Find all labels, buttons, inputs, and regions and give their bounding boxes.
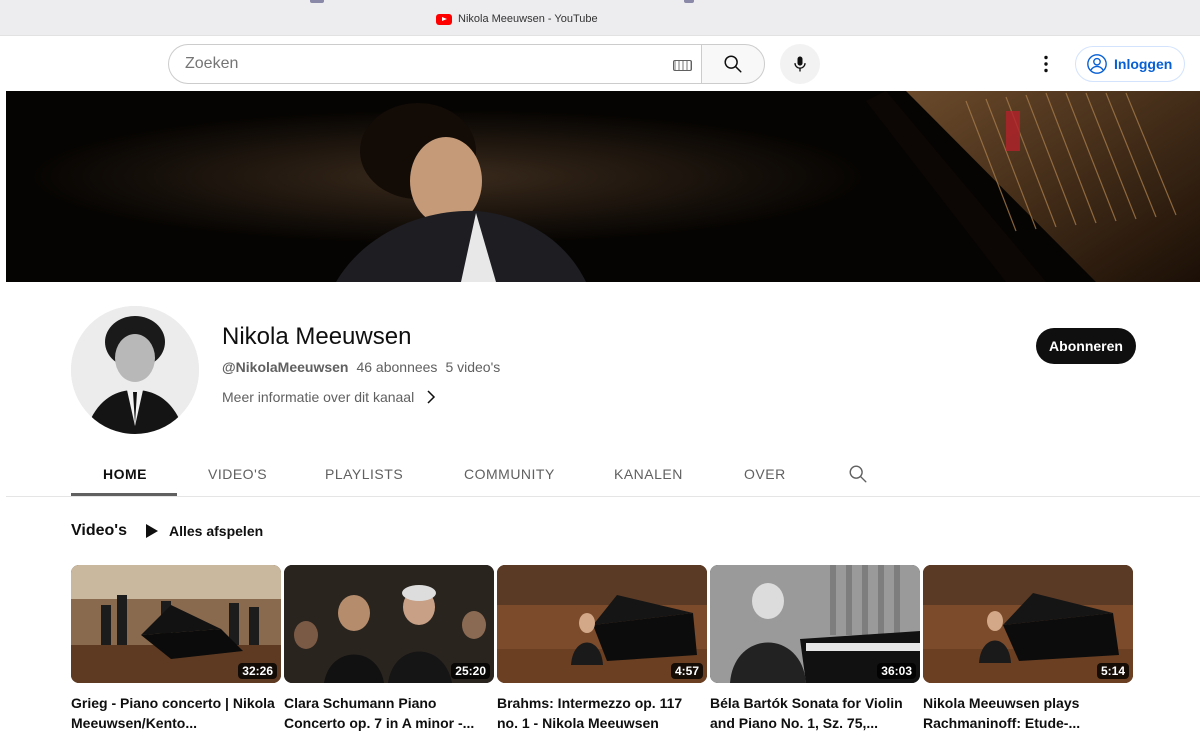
search-input[interactable] bbox=[169, 55, 649, 73]
browser-tab-strip: Nikola Meeuwsen - YouTube bbox=[0, 0, 1200, 36]
video-thumbnail[interactable]: 5:14 bbox=[923, 565, 1133, 683]
chevron-right-icon bbox=[427, 390, 436, 404]
tab-home[interactable]: HOME bbox=[103, 466, 147, 482]
video-duration: 36:03 bbox=[877, 663, 916, 679]
tab-playlists[interactable]: PLAYLISTS bbox=[325, 466, 403, 482]
channel-search-icon[interactable] bbox=[847, 463, 869, 485]
tab-videos[interactable]: VIDEO'S bbox=[208, 466, 267, 482]
video-title[interactable]: Brahms: Intermezzo op. 117 no. 1 - Nikol… bbox=[497, 693, 707, 733]
search-button[interactable] bbox=[701, 44, 765, 84]
active-tab-indicator bbox=[71, 493, 177, 496]
settings-menu-button[interactable] bbox=[1034, 52, 1058, 76]
video-count: 5 video's bbox=[445, 359, 501, 375]
search-box bbox=[168, 44, 702, 84]
video-duration: 32:26 bbox=[238, 663, 277, 679]
voice-search-button[interactable] bbox=[780, 44, 820, 84]
channel-avatar bbox=[71, 306, 199, 434]
video-card[interactable]: 5:14 Nikola Meeuwsen plays Rachmaninoff:… bbox=[923, 565, 1133, 733]
video-duration: 25:20 bbox=[451, 663, 490, 679]
video-card[interactable]: 36:03 Béla Bartók Sonata for Violin and … bbox=[710, 565, 920, 733]
video-card[interactable]: 25:20 Clara Schumann Piano Concerto op. … bbox=[284, 565, 494, 733]
channel-handle: @NikolaMeeuwsen bbox=[222, 359, 349, 375]
channel-about-label: Meer informatie over dit kanaal bbox=[222, 389, 415, 405]
masthead: Inloggen bbox=[0, 36, 1200, 90]
play-all-button[interactable]: Alles afspelen bbox=[145, 523, 263, 539]
video-title[interactable]: Nikola Meeuwsen plays Rachmaninoff: Etud… bbox=[923, 693, 1133, 733]
video-title[interactable]: Clara Schumann Piano Concerto op. 7 in A… bbox=[284, 693, 494, 733]
video-thumbnail[interactable]: 4:57 bbox=[497, 565, 707, 683]
channel-banner bbox=[6, 91, 1200, 282]
video-thumbnail[interactable]: 36:03 bbox=[710, 565, 920, 683]
browser-tab-title: Nikola Meeuwsen - YouTube bbox=[458, 13, 598, 25]
play-all-label: Alles afspelen bbox=[169, 523, 264, 539]
channel-name: Nikola Meeuwsen bbox=[222, 323, 412, 350]
keyboard-icon[interactable] bbox=[673, 60, 692, 71]
section-title: Video's bbox=[71, 522, 127, 539]
microphone-icon bbox=[794, 56, 806, 72]
youtube-favicon-icon bbox=[436, 13, 452, 25]
account-circle-icon bbox=[1087, 54, 1107, 74]
channel-about-link[interactable]: Meer informatie over dit kanaal bbox=[222, 389, 436, 405]
play-icon bbox=[146, 524, 158, 538]
tab-channels[interactable]: KANALEN bbox=[614, 466, 683, 482]
video-title[interactable]: Grieg - Piano concerto | Nikola Meeuwsen… bbox=[71, 693, 281, 733]
tab-indicator bbox=[310, 0, 324, 3]
video-title[interactable]: Béla Bartók Sonata for Violin and Piano … bbox=[710, 693, 920, 733]
tab-about[interactable]: OVER bbox=[744, 466, 786, 482]
video-duration: 4:57 bbox=[670, 663, 703, 679]
browser-tab[interactable]: Nikola Meeuwsen - YouTube bbox=[436, 13, 598, 25]
tab-indicator bbox=[684, 0, 694, 3]
signin-button[interactable]: Inloggen bbox=[1075, 46, 1185, 82]
video-thumbnail[interactable]: 32:26 bbox=[71, 565, 281, 683]
tab-community[interactable]: COMMUNITY bbox=[464, 466, 555, 482]
video-card[interactable]: 4:57 Brahms: Intermezzo op. 117 no. 1 - … bbox=[497, 565, 707, 733]
more-vertical-icon bbox=[1044, 55, 1048, 73]
channel-meta: @NikolaMeeuwsen 46 abonnees 5 video's bbox=[222, 359, 508, 375]
signin-label: Inloggen bbox=[1114, 56, 1173, 72]
search-icon bbox=[724, 55, 742, 73]
video-thumbnail[interactable]: 25:20 bbox=[284, 565, 494, 683]
video-duration: 5:14 bbox=[1096, 663, 1129, 679]
subscriber-count: 46 abonnees bbox=[356, 359, 438, 375]
subscribe-button[interactable]: Abonneren bbox=[1036, 328, 1136, 364]
video-card[interactable]: 32:26 Grieg - Piano concerto | Nikola Me… bbox=[71, 565, 281, 733]
channel-tabs: HOME VIDEO'S PLAYLISTS COMMUNITY KANALEN… bbox=[6, 450, 1200, 497]
